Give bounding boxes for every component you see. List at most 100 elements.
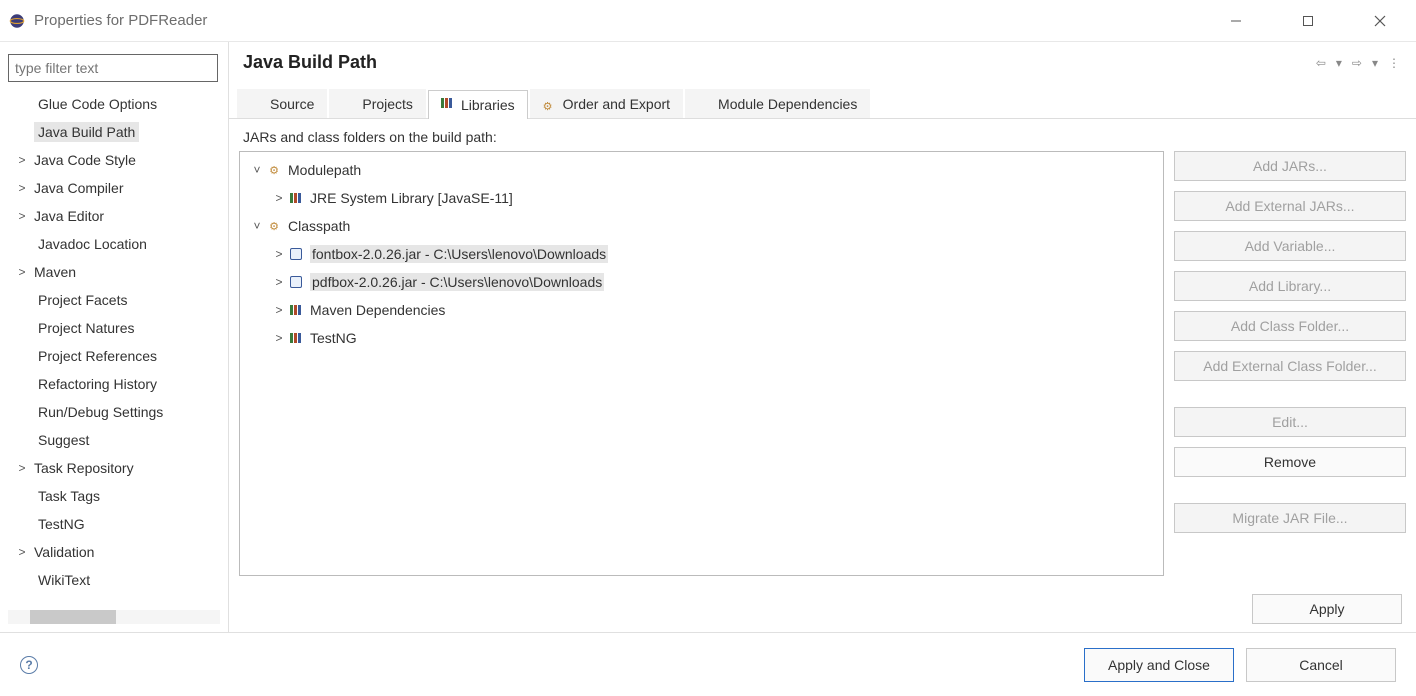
tree-modulepath[interactable]: ˅⚙ Modulepath bbox=[240, 156, 1163, 184]
sidebar-item-label: Task Tags bbox=[34, 486, 104, 506]
add-external-class-folder-button[interactable]: Add External Class Folder... bbox=[1174, 351, 1406, 381]
tab-order-and-export[interactable]: ⚙Order and Export bbox=[530, 89, 683, 118]
tab-label: Libraries bbox=[461, 97, 515, 113]
sidebar-item-java-build-path[interactable]: Java Build Path bbox=[8, 118, 220, 146]
add-variable-button[interactable]: Add Variable... bbox=[1174, 231, 1406, 261]
sidebar-item-maven[interactable]: >Maven bbox=[8, 258, 220, 286]
tab-projects[interactable]: Projects bbox=[329, 89, 426, 118]
sidebar-item-java-editor[interactable]: >Java Editor bbox=[8, 202, 220, 230]
apply-button[interactable]: Apply bbox=[1252, 594, 1402, 624]
sidebar-item-label: Validation bbox=[30, 542, 98, 562]
sidebar-item-label: Java Build Path bbox=[34, 122, 139, 142]
sidebar-item-project-references[interactable]: Project References bbox=[8, 342, 220, 370]
tree-item-label: Modulepath bbox=[288, 162, 361, 178]
sidebar-item-label: Task Repository bbox=[30, 458, 138, 478]
build-path-tree[interactable]: ˅⚙Modulepath>JRE System Library [JavaSE-… bbox=[239, 151, 1164, 576]
sidebar-item-task-repository[interactable]: >Task Repository bbox=[8, 454, 220, 482]
package-icon bbox=[342, 97, 356, 111]
sidebar-item-run-debug-settings[interactable]: Run/Debug Settings bbox=[8, 398, 220, 426]
chevron-right-icon[interactable]: > bbox=[270, 303, 288, 317]
tree-item[interactable]: >JRE System Library [JavaSE-11] bbox=[240, 184, 1163, 212]
tree-item[interactable]: > Maven Dependencies bbox=[240, 296, 1163, 324]
sidebar-item-task-tags[interactable]: Task Tags bbox=[8, 482, 220, 510]
sidebar-item-label: Run/Debug Settings bbox=[34, 402, 167, 422]
eclipse-icon bbox=[8, 12, 26, 30]
maximize-button[interactable] bbox=[1288, 7, 1328, 35]
add-class-folder-button[interactable]: Add Class Folder... bbox=[1174, 311, 1406, 341]
tree-item-label: pdfbox-2.0.26.jar - C:\Users\lenovo\Down… bbox=[310, 273, 604, 291]
edit-button[interactable]: Edit... bbox=[1174, 407, 1406, 437]
close-button[interactable] bbox=[1360, 7, 1400, 35]
sidebar-item-label: WikiText bbox=[34, 570, 94, 590]
library-icon bbox=[288, 302, 304, 318]
tab-libraries[interactable]: Libraries bbox=[428, 90, 528, 119]
sidebar-item-glue-code-options[interactable]: Glue Code Options bbox=[8, 90, 220, 118]
tree-item[interactable]: > TestNG bbox=[240, 324, 1163, 352]
tree-item[interactable]: > pdfbox-2.0.26.jar - C:\Users\lenovo\Dow… bbox=[240, 268, 1163, 296]
sidebar-item-testng[interactable]: TestNG bbox=[8, 510, 220, 538]
tab-module-dependencies[interactable]: Module Dependencies bbox=[685, 89, 870, 118]
sidebar-item-label: Java Code Style bbox=[30, 150, 140, 170]
add-library-button[interactable]: Add Library... bbox=[1174, 271, 1406, 301]
migrate-jar-button[interactable]: Migrate JAR File... bbox=[1174, 503, 1406, 533]
minimize-button[interactable] bbox=[1216, 7, 1256, 35]
remove-button[interactable]: Remove bbox=[1174, 447, 1406, 477]
filter-input[interactable] bbox=[8, 54, 218, 82]
sidebar-item-refactoring-history[interactable]: Refactoring History bbox=[8, 370, 220, 398]
gear-icon: ⚙ bbox=[543, 97, 557, 111]
sidebar-item-javadoc-location[interactable]: Javadoc Location bbox=[8, 230, 220, 258]
help-icon[interactable]: ? bbox=[20, 656, 38, 674]
sidebar-item-java-compiler[interactable]: >Java Compiler bbox=[8, 174, 220, 202]
tab-label: Projects bbox=[362, 96, 413, 112]
chevron-right-icon[interactable]: > bbox=[270, 247, 288, 261]
chevron-right-icon[interactable]: > bbox=[270, 275, 288, 289]
main-panel: Java Build Path ⇦ ▾ ⇨ ▾ ⋮ Source Projects… bbox=[228, 42, 1416, 632]
package-icon bbox=[250, 97, 264, 111]
tab-label: Source bbox=[270, 96, 314, 112]
jar-icon bbox=[288, 274, 304, 290]
cancel-button[interactable]: Cancel bbox=[1246, 648, 1396, 682]
apply-and-close-button[interactable]: Apply and Close bbox=[1084, 648, 1234, 682]
sidebar-item-label: Java Editor bbox=[30, 206, 108, 226]
chevron-down-icon[interactable]: ˅ bbox=[248, 163, 266, 177]
tabbar: Source Projects Libraries ⚙Order and Export… bbox=[229, 89, 1416, 119]
chevron-right-icon[interactable]: > bbox=[270, 191, 288, 205]
forward-menu-icon[interactable]: ▾ bbox=[1370, 56, 1380, 70]
tree-classpath[interactable]: ˅⚙Classpath bbox=[240, 212, 1163, 240]
sidebar-hscroll[interactable] bbox=[8, 610, 220, 624]
page-title: Java Build Path bbox=[243, 52, 377, 73]
window-title: Properties for PDFReader bbox=[34, 12, 207, 29]
tab-source[interactable]: Source bbox=[237, 89, 327, 118]
subheading: JARs and class folders on the build path… bbox=[229, 119, 1416, 151]
tree-item-label: Maven Dependencies bbox=[310, 302, 445, 318]
sidebar-item-label: Suggest bbox=[34, 430, 93, 450]
tab-label: Module Dependencies bbox=[718, 96, 857, 112]
library-icon bbox=[441, 98, 455, 112]
tree-item-label: TestNG bbox=[310, 330, 357, 346]
add-external-jars-button[interactable]: Add External JARs... bbox=[1174, 191, 1406, 221]
add-jars-button[interactable]: Add JARs... bbox=[1174, 151, 1406, 181]
category-sidebar: Glue Code Options Java Build Path >Java Co… bbox=[0, 42, 228, 632]
library-icon bbox=[288, 330, 304, 346]
titlebar: Properties for PDFReader bbox=[0, 0, 1416, 42]
sidebar-item-label: Project Natures bbox=[34, 318, 138, 338]
menu-icon[interactable]: ⋮ bbox=[1386, 56, 1402, 70]
back-menu-icon[interactable]: ▾ bbox=[1334, 56, 1344, 70]
sidebar-item-project-facets[interactable]: Project Facets bbox=[8, 286, 220, 314]
sidebar-item-label: Project Facets bbox=[34, 290, 131, 310]
sidebar-item-suggest[interactable]: Suggest bbox=[8, 426, 220, 454]
sidebar-item-label: Javadoc Location bbox=[34, 234, 151, 254]
chevron-right-icon[interactable]: > bbox=[270, 331, 288, 345]
sidebar-item-label: TestNG bbox=[34, 514, 89, 534]
sidebar-item-project-natures[interactable]: Project Natures bbox=[8, 314, 220, 342]
gear-icon: ⚙ bbox=[266, 162, 282, 178]
chevron-down-icon[interactable]: ˅ bbox=[248, 219, 266, 233]
sidebar-item-validation[interactable]: >Validation bbox=[8, 538, 220, 566]
sidebar-item-wikitext[interactable]: WikiText bbox=[8, 566, 220, 594]
library-icon bbox=[288, 190, 304, 206]
header-nav-icons: ⇦ ▾ ⇨ ▾ ⋮ bbox=[1314, 56, 1402, 70]
forward-icon[interactable]: ⇨ bbox=[1350, 56, 1364, 70]
sidebar-item-java-code-style[interactable]: >Java Code Style bbox=[8, 146, 220, 174]
tree-item[interactable]: >fontbox-2.0.26.jar - C:\Users\lenovo\Do… bbox=[240, 240, 1163, 268]
back-icon[interactable]: ⇦ bbox=[1314, 56, 1328, 70]
